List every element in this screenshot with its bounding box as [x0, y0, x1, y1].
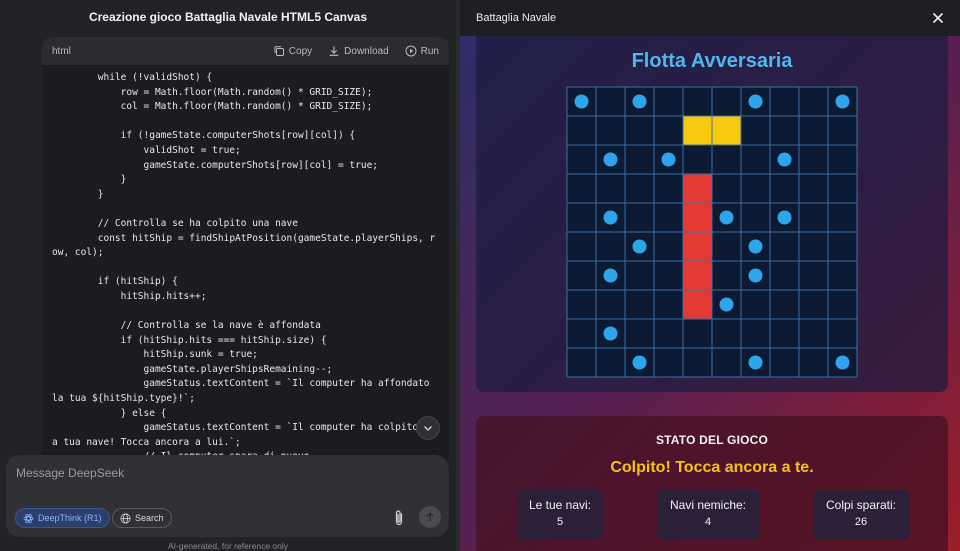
download-button[interactable]: Download	[328, 45, 389, 57]
miss-marker	[748, 268, 763, 283]
miss-marker	[603, 152, 618, 167]
miss-marker	[777, 152, 792, 167]
code-block: html Copy Download Run while (!validShot…	[42, 37, 449, 467]
close-icon[interactable]	[932, 12, 944, 24]
code-line: gameStatus.textContent = `Il computer ha…	[52, 422, 436, 448]
globe-icon	[120, 513, 131, 523]
chat-pane: Creazione gioco Battaglia Navale HTML5 C…	[0, 0, 460, 551]
code-line: gameState.playerShipsRemaining--;	[52, 363, 333, 375]
code-line: hitShip.hits++;	[52, 290, 207, 302]
code-line: gameState.computerShots[row][col] = true…	[52, 159, 379, 171]
chat-title: Creazione gioco Battaglia Navale HTML5 C…	[88, 10, 368, 24]
code-header: html Copy Download Run	[42, 37, 449, 65]
miss-marker	[748, 355, 763, 370]
miss-marker	[835, 355, 850, 370]
hit-cell	[683, 290, 712, 319]
copy-icon	[274, 46, 284, 56]
deepthink-label: DeepThink (R1)	[38, 513, 102, 523]
miss-marker	[603, 326, 618, 341]
stat-label: Colpi sparati:	[825, 498, 897, 512]
run-label: Run	[420, 45, 439, 57]
code-content: while (!validShot) { row = Math.floor(Ma…	[42, 65, 449, 465]
code-line: // Controlla se la nave è affondata	[52, 320, 321, 332]
status-title: STATO DEL GIOCO	[655, 433, 769, 447]
chevron-down-icon	[424, 426, 432, 431]
miss-marker	[719, 210, 734, 225]
miss-marker	[835, 94, 850, 109]
miss-marker	[574, 94, 589, 109]
stat-shots-fired: Colpi sparati: 26	[813, 490, 909, 540]
miss-marker	[632, 355, 647, 370]
code-line: row = Math.floor(Math.random() * GRID_SI…	[52, 86, 373, 98]
search-label: Search	[135, 513, 164, 523]
preview-header: Battaglia Navale	[460, 0, 960, 36]
miss-marker	[603, 210, 618, 225]
message-composer: DeepThink (R1) Search	[6, 455, 449, 537]
preview-title: Battaglia Navale	[476, 12, 557, 24]
code-line: // Controlla se ha colpito una nave	[52, 217, 298, 229]
ship-cell	[683, 116, 712, 145]
deepthink-toggle[interactable]: DeepThink (R1)	[15, 508, 110, 528]
stat-enemy-ships: Navi nemiche: 4	[657, 490, 759, 540]
download-icon	[329, 46, 339, 56]
stat-player-ships: Le tue navi: 5	[517, 490, 603, 540]
code-line: }	[52, 188, 104, 200]
send-button[interactable]	[419, 506, 441, 528]
code-line: hitShip.sunk = true;	[52, 349, 258, 361]
stat-label: Le tue navi:	[528, 498, 592, 512]
arrow-up-icon	[426, 511, 434, 521]
enemy-board[interactable]	[566, 86, 858, 378]
search-toggle[interactable]: Search	[112, 508, 172, 528]
copy-button[interactable]: Copy	[273, 45, 312, 57]
code-language: html	[52, 45, 71, 57]
preview-pane: Battaglia Navale Flotta Avversaria STATO…	[460, 0, 960, 551]
stat-value: 4	[704, 516, 712, 528]
fleet-title: Flotta Avversaria	[631, 50, 793, 72]
hit-cell	[683, 203, 712, 232]
atom-icon	[23, 513, 34, 523]
code-line: if (hitShip.hits === hitShip.size) {	[52, 334, 327, 346]
ship-cell	[712, 116, 741, 145]
game-status-panel: STATO DEL GIOCO Colpito! Tocca ancora a …	[476, 416, 948, 551]
miss-marker	[777, 210, 792, 225]
code-line: validShot = true;	[52, 144, 241, 156]
miss-marker	[719, 297, 734, 312]
status-message: Colpito! Tocca ancora a te.	[610, 459, 814, 476]
run-button[interactable]: Run	[405, 45, 439, 57]
paperclip-icon[interactable]	[392, 509, 406, 527]
code-line: while (!validShot) {	[52, 72, 213, 83]
code-line: if (!gameState.computerShots[row][col]) …	[52, 130, 356, 142]
miss-marker	[632, 239, 647, 254]
miss-marker	[661, 152, 676, 167]
miss-marker	[632, 94, 647, 109]
stat-value: 5	[556, 516, 564, 528]
hit-cell	[683, 261, 712, 290]
enemy-fleet-panel: Flotta Avversaria	[476, 36, 948, 392]
miss-marker	[603, 268, 618, 283]
stat-value: 26	[854, 516, 868, 528]
hit-cell	[683, 232, 712, 261]
code-line: col = Math.floor(Math.random() * GRID_SI…	[52, 101, 373, 113]
code-line: }	[52, 174, 127, 186]
download-label: Download	[344, 45, 389, 57]
message-input[interactable]	[16, 466, 436, 480]
code-line: if (hitShip) {	[52, 276, 178, 288]
code-line: gameStatus.textContent = `Il computer ha…	[52, 378, 436, 405]
miss-marker	[748, 94, 763, 109]
miss-marker	[748, 239, 763, 254]
code-line: } else {	[52, 407, 167, 419]
stat-label: Navi nemiche:	[669, 498, 747, 512]
ai-disclaimer: AI-generated, for reference only	[167, 541, 288, 551]
app-root: Creazione gioco Battaglia Navale HTML5 C…	[0, 0, 960, 551]
copy-label: Copy	[288, 45, 313, 57]
play-icon	[405, 45, 417, 57]
code-line: const hitShip = findShipAtPosition(gameS…	[52, 232, 436, 259]
hit-cell	[683, 174, 712, 203]
scroll-down-button[interactable]	[416, 416, 440, 440]
